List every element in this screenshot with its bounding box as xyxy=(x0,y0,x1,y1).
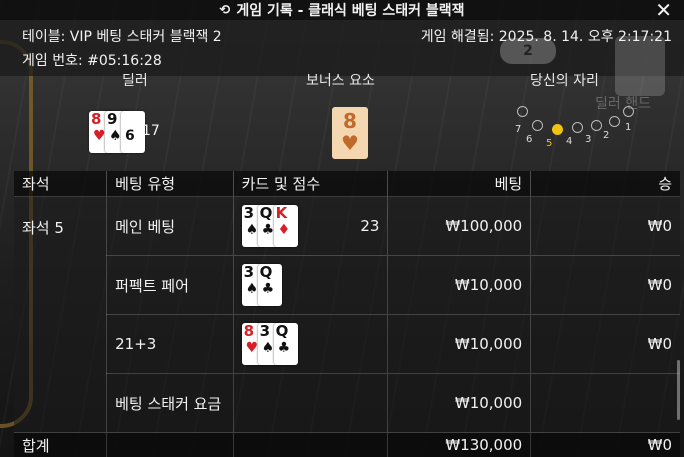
total-label: 합계 xyxy=(14,432,108,457)
bet-amount-cell: ₩100,000 xyxy=(387,196,532,256)
win-amount-cell: ₩0 xyxy=(530,314,680,374)
total-empty-cell xyxy=(106,432,234,457)
card-rank: Q xyxy=(275,322,289,340)
seat-number: 5 xyxy=(546,138,553,149)
card-rank: 8 xyxy=(243,322,255,340)
close-button[interactable]: ✕ xyxy=(655,0,672,22)
seat-map: 7654321 xyxy=(505,102,635,152)
hand-cards: 8 ♥ 3 ♠ Q ♣ xyxy=(241,322,298,365)
seat-dot xyxy=(609,116,620,127)
card-rank: 9 xyxy=(107,110,118,128)
seat-dot xyxy=(623,106,634,117)
card-rank: K xyxy=(275,204,288,222)
card-suit-icon: ♠ xyxy=(109,128,122,144)
card-suit-icon: ♥ xyxy=(245,340,259,356)
card-suit-icon: ♠ xyxy=(245,222,259,238)
card-rank: 3 xyxy=(259,322,271,340)
seat-number: 1 xyxy=(625,122,632,133)
total-row: 합계 ₩130,000 ₩0 xyxy=(14,432,680,457)
playing-card: Q ♣ xyxy=(257,263,282,306)
bet-amount-cell: ₩10,000 xyxy=(387,314,532,374)
win-amount-cell: ₩0 xyxy=(530,255,680,315)
header-bet-type: 베팅 유형 xyxy=(106,171,234,197)
card-suit-icon: ♥ xyxy=(93,128,106,144)
bet-type-cell: 메인 베팅 xyxy=(106,196,234,256)
seat-number: 4 xyxy=(566,136,573,147)
card-suit-icon: 6 xyxy=(125,128,135,144)
table-row: 베팅 스태커 요금 ₩10,000 xyxy=(14,373,680,433)
bet-type-cell: 퍼펙트 페어 xyxy=(106,255,234,315)
game-number: 게임 번호: #05:16:28 xyxy=(22,53,162,69)
total-bet: ₩130,000 xyxy=(387,432,532,457)
seat-number: 2 xyxy=(603,130,610,141)
card-suit-icon: ♣ xyxy=(261,222,275,238)
bet-type-cell: 21+3 xyxy=(106,314,234,374)
card-suit-icon: ♠ xyxy=(245,281,259,297)
card-suit-icon: ♣ xyxy=(277,340,291,356)
cards-cell: 3 ♠ Q ♣ K ♦ 23 xyxy=(233,196,389,256)
bet-amount-cell: ₩10,000 xyxy=(387,255,532,315)
card-suit-icon: ♦ xyxy=(277,222,291,238)
win-amount-cell xyxy=(530,373,680,433)
bet-amount-cell: ₩10,000 xyxy=(387,373,532,433)
table-name: 테이블: VIP 베팅 스태커 블랙잭 2 xyxy=(22,29,222,45)
table-header-row: 좌석 베팅 유형 카드 및 점수 베팅 승 xyxy=(14,171,680,197)
table-row: 퍼펙트 페어 3 ♠ Q ♣ ₩10,000 ₩0 xyxy=(14,255,680,315)
bonus-card-suit: ♥ xyxy=(341,131,359,155)
dealer-score: 17 xyxy=(142,123,160,139)
bonus-label: 보너스 요소 xyxy=(306,73,375,89)
card-suit-icon: ♠ xyxy=(261,340,275,356)
table-row: 21+3 8 ♥ 3 ♠ Q ♣ ₩10,000 ₩0 xyxy=(14,314,680,374)
playing-card: K ♦ xyxy=(273,204,298,247)
hand-cards: 3 ♠ Q ♣ K ♦ xyxy=(241,204,298,247)
bonus-card: 8 ♥ xyxy=(332,107,368,159)
total-empty-cell xyxy=(233,432,389,457)
seat-number: 6 xyxy=(526,134,533,145)
bet-history-table: 좌석 베팅 유형 카드 및 점수 베팅 승 좌석 5 메인 베팅 3 ♠ Q ♣ K ♦ 23 ₩… xyxy=(14,171,680,457)
header-seat: 좌석 xyxy=(14,171,108,197)
card-rank: Q xyxy=(259,204,273,222)
cards-cell: 8 ♥ 3 ♠ Q ♣ xyxy=(233,314,389,374)
table-row: 좌석 5 메인 베팅 3 ♠ Q ♣ K ♦ 23 ₩100,000 ₩0 xyxy=(14,196,680,433)
seat-cell: 좌석 5 xyxy=(14,196,108,433)
seat-dot xyxy=(591,120,602,131)
card-rank: Q xyxy=(259,263,273,281)
cards-cell: 3 ♠ Q ♣ xyxy=(233,255,389,315)
seat-dot xyxy=(532,120,543,131)
card-rank: 8 xyxy=(91,110,102,128)
hand-score: 23 xyxy=(360,217,380,235)
bet-type-cell: 베팅 스태커 요금 xyxy=(106,373,234,433)
cards-cell xyxy=(233,373,389,433)
scrollbar[interactable] xyxy=(677,360,680,420)
seat-dot xyxy=(572,122,583,133)
window-title: 게임 기록 - 클래식 베팅 스태커 블랙잭 xyxy=(236,3,465,19)
hand-cards: 3 ♠ Q ♣ xyxy=(241,263,282,306)
dealer-label: 딜러 xyxy=(122,73,148,89)
total-win: ₩0 xyxy=(530,432,680,457)
seat-number: 7 xyxy=(515,124,522,135)
dealer-cards: 8 ♥ 9 ♠ 6 xyxy=(89,111,145,153)
seat-number: 3 xyxy=(585,134,592,145)
game-resolved-time: 게임 해결됨: 2025. 8. 14. 오후 2:17:21 xyxy=(420,29,672,45)
card-rank: 3 xyxy=(243,204,255,222)
card-suit-icon: ♣ xyxy=(261,281,275,297)
bonus-card-rank: 8 xyxy=(343,109,357,133)
header-cards: 카드 및 점수 xyxy=(233,171,389,197)
seat-dot xyxy=(517,106,528,117)
round-summary: 딜러 보너스 요소 당신의 자리 딜러 핸드 8 ♥ 9 ♠ 6 17 8 ♥ 7654… xyxy=(0,73,684,171)
game-info-panel: 테이블: VIP 베팅 스태커 블랙잭 2 게임 번호: #05:16:28 2… xyxy=(0,20,684,96)
history-icon: ⟲ xyxy=(219,2,231,18)
header-bet: 베팅 xyxy=(387,171,532,197)
card-rank: 3 xyxy=(243,263,255,281)
your-seat-label: 당신의 자리 xyxy=(530,73,599,89)
playing-card: Q ♣ xyxy=(273,322,298,365)
header-win: 승 xyxy=(530,171,680,197)
seat-dot xyxy=(552,124,563,135)
title-bar: ⟲ 게임 기록 - 클래식 베팅 스태커 블랙잭 ✕ xyxy=(0,0,684,22)
win-amount-cell: ₩0 xyxy=(530,196,680,256)
